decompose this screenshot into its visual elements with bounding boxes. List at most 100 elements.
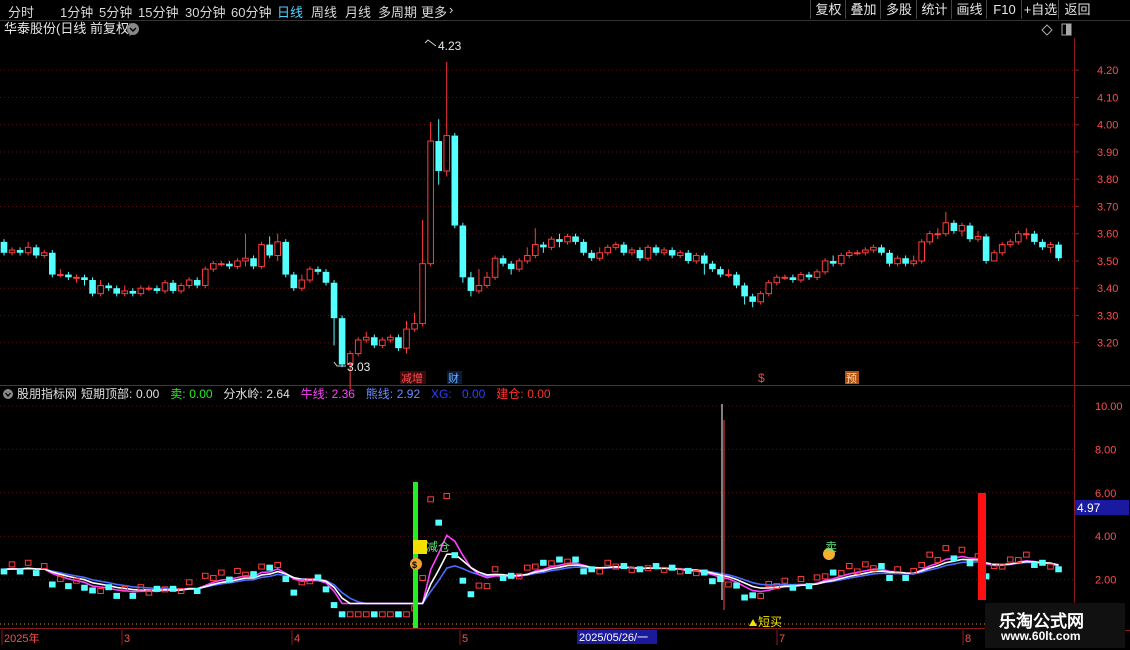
short-term-mark — [459, 577, 467, 584]
candle — [515, 258, 523, 272]
candle — [8, 247, 16, 256]
candle — [837, 252, 845, 267]
candle — [813, 269, 821, 281]
short-term-mark — [8, 561, 16, 568]
short-term-mark — [65, 583, 72, 590]
short-term-mark — [878, 563, 885, 570]
short-term-mark — [620, 563, 628, 570]
candle — [49, 250, 56, 278]
short-term-mark — [789, 584, 797, 591]
candle — [934, 228, 942, 240]
event-marker-reduce-increase[interactable]: 减增 — [400, 371, 426, 385]
indicator-param-value: 0.00 — [189, 387, 213, 401]
short-term-mark — [274, 561, 281, 568]
candle — [556, 233, 563, 248]
short-term-mark — [443, 493, 451, 500]
short-term-mark — [556, 556, 563, 563]
svg-text:2025/05/26/一: 2025/05/26/一 — [579, 632, 648, 644]
svg-text:减增: 减增 — [401, 371, 423, 385]
short-term-mark — [338, 611, 346, 618]
candle — [580, 239, 587, 256]
svg-text:预: 预 — [846, 372, 857, 385]
svg-text:$: $ — [412, 560, 417, 570]
candle — [652, 244, 660, 256]
candle — [483, 271, 491, 289]
short-term-mark — [49, 581, 56, 588]
candle — [628, 247, 636, 256]
short-term-mark — [725, 581, 732, 588]
candle — [572, 233, 579, 245]
candle — [1055, 241, 1062, 261]
short-term-mark — [1031, 561, 1038, 568]
price-tick-label: 4.00 — [1097, 120, 1118, 132]
candle — [982, 233, 990, 264]
price-tick-label: 3.80 — [1097, 174, 1118, 186]
event-marker-finance[interactable]: 财 — [447, 371, 462, 385]
price-tick-label: 4.20 — [1097, 65, 1118, 77]
date-label: 3 — [124, 633, 130, 645]
candle — [459, 222, 467, 283]
short-term-mark — [580, 568, 587, 575]
short-term-mark — [234, 567, 241, 574]
candle — [870, 244, 877, 253]
candle — [612, 241, 620, 251]
price-tick-label: 3.70 — [1097, 201, 1118, 213]
candle — [1031, 230, 1038, 245]
short-term-mark — [821, 573, 829, 580]
chevron-down-icon[interactable] — [127, 23, 139, 35]
candle — [137, 285, 145, 297]
candle — [467, 271, 475, 297]
panel-toggle-icon[interactable] — [1061, 23, 1072, 36]
diamond-icon[interactable] — [1041, 24, 1053, 36]
date-label: 5 — [462, 633, 468, 645]
svg-text:减仓: 减仓 — [426, 540, 450, 554]
candle — [1023, 228, 1030, 240]
short-term-mark — [290, 589, 298, 596]
candle — [419, 220, 426, 327]
price-tick-label: 3.20 — [1097, 338, 1118, 350]
short-term-mark — [89, 587, 96, 594]
short-term-mark — [435, 519, 442, 526]
candle — [765, 280, 773, 297]
indicator-name[interactable]: 股朋指标网 — [17, 386, 77, 401]
candle — [0, 239, 8, 256]
candle — [676, 250, 684, 259]
candle — [845, 250, 853, 259]
candle — [395, 334, 402, 351]
indicator-param-value: 0.00 — [527, 387, 551, 401]
short-term-mark — [652, 563, 660, 570]
candle — [604, 244, 612, 256]
indicator-tick-label: 10.00 — [1095, 401, 1123, 413]
candle — [821, 258, 829, 275]
candle — [185, 277, 193, 289]
indicator-param-label: 熊线: — [366, 386, 393, 401]
candle — [218, 260, 225, 267]
candle — [81, 274, 88, 286]
short-term-mark — [540, 559, 547, 566]
event-marker-dividend[interactable]: $ — [758, 371, 765, 385]
sell-label: 卖 — [823, 540, 837, 560]
short-term-mark — [218, 569, 225, 576]
candle — [234, 258, 241, 270]
candle — [258, 241, 265, 270]
candle — [733, 271, 740, 289]
indicator-param-label: 短期顶部: — [81, 386, 132, 401]
short-term-mark — [749, 592, 756, 599]
indicator-tick-label: 8.00 — [1095, 444, 1116, 456]
short-term-mark — [902, 574, 909, 581]
short-term-mark — [40, 563, 48, 570]
chart-title[interactable]: 华泰股份(日线 前复权) — [4, 21, 133, 36]
short-term-mark — [379, 611, 386, 618]
candle — [532, 228, 539, 259]
candle — [403, 320, 410, 354]
indicator-menu-icon[interactable] — [3, 389, 13, 399]
indicator-param-label: XG: — [431, 387, 452, 401]
candle — [306, 266, 314, 283]
candle — [966, 222, 974, 242]
candle — [523, 247, 531, 264]
candle — [902, 255, 909, 267]
event-marker-forecast[interactable]: 预 — [845, 371, 859, 385]
candle — [129, 288, 137, 297]
short-term-mark — [0, 568, 8, 575]
candle — [435, 119, 442, 185]
